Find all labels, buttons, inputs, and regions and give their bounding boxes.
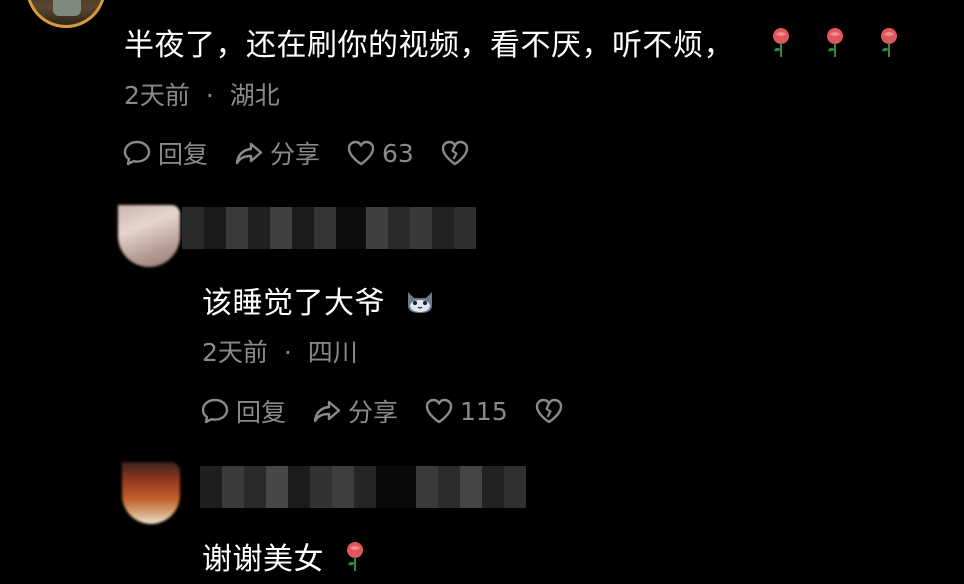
reply-time: 2天前 [202, 338, 268, 367]
cat-face-emoji [405, 286, 435, 324]
speech-bubble-icon [123, 140, 151, 166]
reply-username-blurred [200, 466, 526, 508]
reply-label: 回复 [236, 398, 287, 427]
comment-time: 2天前 [124, 81, 190, 110]
share-label: 分享 [270, 140, 321, 169]
like-count: 63 [382, 138, 414, 168]
reply-button[interactable]: 回复 [122, 135, 208, 171]
like-button[interactable]: 115 [424, 396, 508, 426]
reply-text: 谢谢美女 [202, 542, 324, 577]
reply-body: 谢谢美女 [202, 534, 366, 581]
share-arrow-icon [235, 142, 263, 165]
meta-separator: · [205, 81, 214, 110]
share-button[interactable]: 分享 [234, 135, 320, 171]
rose-emoji [878, 27, 900, 67]
rose-emoji [344, 541, 366, 581]
comment-actions: 回复 分享 63 [122, 135, 496, 171]
reply-label: 回复 [158, 140, 209, 169]
broken-heart-icon [535, 398, 562, 424]
rose-emoji [824, 27, 846, 67]
meta-separator: · [283, 338, 292, 367]
reply-meta: 2天前 · 四川 [202, 333, 358, 369]
comment-thread: 半夜了，还在刷你的视频，看不厌，听不烦， 2天前 · 湖北 回复 分享 63 该… [0, 0, 964, 584]
speech-bubble-icon [201, 398, 229, 424]
heart-icon [347, 140, 375, 166]
comment-text: 半夜了，还在刷你的视频，看不厌，听不烦， [124, 28, 734, 63]
reply-text: 该睡觉了大爷 [202, 286, 385, 321]
comment-location: 湖北 [229, 81, 280, 110]
rose-emoji [770, 27, 792, 67]
commenter-avatar[interactable] [26, 0, 106, 28]
reply-body: 该睡觉了大爷 [202, 278, 435, 324]
comment-body: 半夜了，还在刷你的视频，看不厌，听不烦， [124, 20, 900, 67]
like-button[interactable]: 63 [346, 138, 414, 168]
reply-avatar[interactable] [122, 462, 180, 524]
like-count: 115 [460, 396, 508, 426]
reply-location: 四川 [307, 338, 358, 367]
share-label: 分享 [348, 398, 399, 427]
reply-button[interactable]: 回复 [200, 393, 286, 429]
comment-meta: 2天前 · 湖北 [124, 76, 280, 112]
reply-avatar[interactable] [118, 205, 180, 267]
share-arrow-icon [313, 400, 341, 423]
dislike-button[interactable] [534, 396, 564, 426]
share-button[interactable]: 分享 [312, 393, 398, 429]
reply-username-blurred [182, 207, 476, 249]
broken-heart-icon [441, 140, 469, 166]
reply-actions: 回复 分享 115 [200, 393, 590, 429]
dislike-button[interactable] [440, 138, 470, 168]
heart-icon [425, 398, 453, 424]
